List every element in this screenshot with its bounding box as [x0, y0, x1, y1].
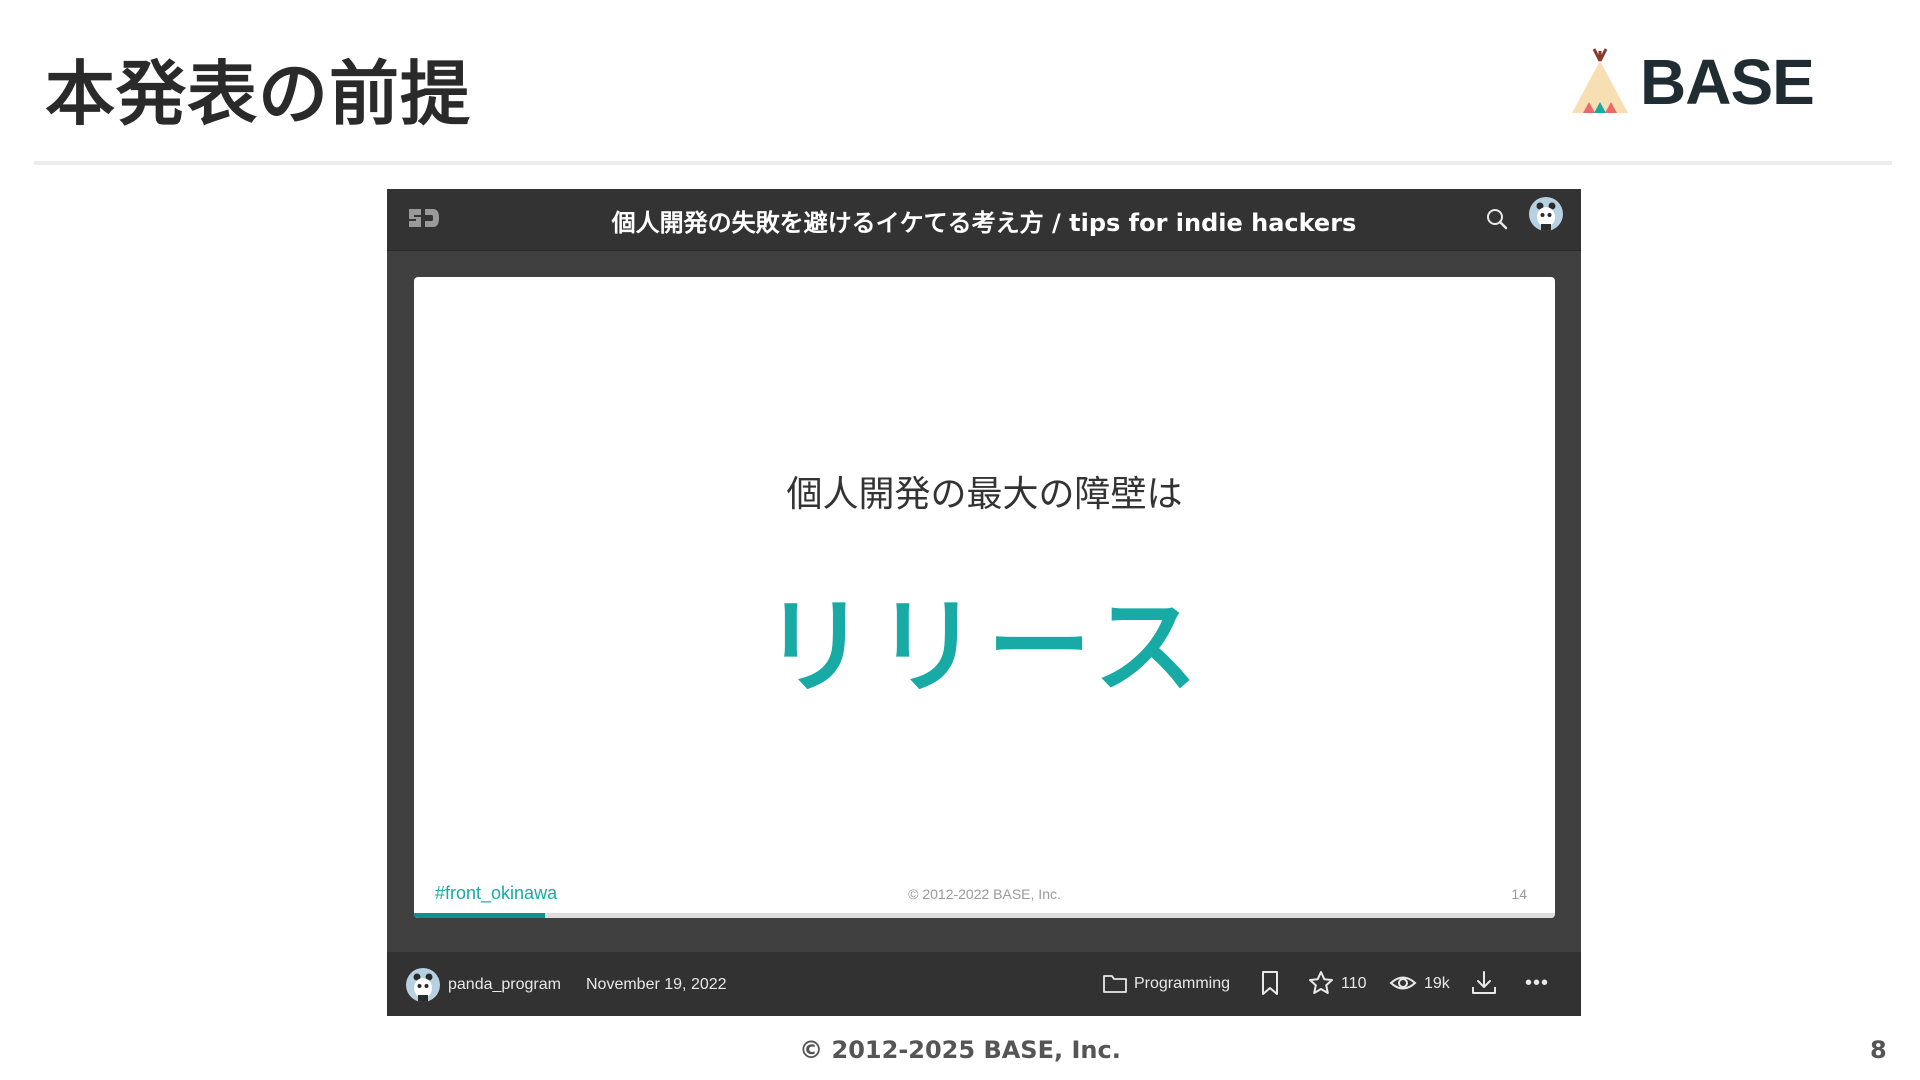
slide-lead-text: 個人開発の最大の障壁は	[786, 474, 1183, 515]
bookmark-icon[interactable]	[1259, 970, 1281, 996]
deck-title[interactable]: 個人開発の失敗を避けるイケてる考え方 / tips for indie hack…	[387, 203, 1581, 238]
view-count: 19k	[1424, 975, 1450, 992]
user-avatar-icon	[413, 973, 433, 1002]
more-icon[interactable]: •••	[1525, 972, 1549, 995]
teepee-logo-icon	[1572, 48, 1628, 113]
slide-embed: 個人開発の失敗を避けるイケてる考え方 / tips for indie hack…	[387, 189, 1581, 1016]
author-username[interactable]: panda_program	[448, 976, 561, 994]
star-count: 110	[1341, 975, 1367, 992]
embed-header: 個人開発の失敗を避けるイケてる考え方 / tips for indie hack…	[387, 189, 1581, 251]
folder-icon	[1103, 975, 1127, 993]
slide-stage: 個人開発の最大の障壁は リリース #front_okinawa © 2012-2…	[387, 251, 1581, 952]
slide-page-number: 14	[1511, 886, 1527, 902]
slide-headline: リリース	[763, 586, 1206, 708]
brand-logo: BASE	[1570, 44, 1815, 120]
search-icon[interactable]	[1484, 206, 1510, 232]
page-footer-copyright: © 2012-2025 BASE, Inc.	[799, 1036, 1121, 1064]
brand-name: BASE	[1640, 46, 1815, 118]
embed-footer: panda_program November 19, 2022 Programm…	[387, 952, 1581, 1016]
slide-progress-bar[interactable]	[414, 913, 1555, 918]
slide-progress-fill	[414, 913, 546, 918]
category-link[interactable]: Programming	[1134, 975, 1230, 993]
user-avatar-icon	[1536, 202, 1556, 231]
title-divider	[34, 161, 1892, 165]
author-avatar[interactable]	[406, 968, 440, 1002]
page-number: 8	[1870, 1036, 1887, 1064]
current-slide[interactable]: 個人開発の最大の障壁は リリース #front_okinawa © 2012-2…	[414, 277, 1555, 918]
publish-date: November 19, 2022	[586, 976, 727, 993]
star-icon[interactable]	[1307, 969, 1335, 997]
eye-icon	[1389, 976, 1417, 990]
slide-title: 本発表の前提	[45, 53, 471, 135]
slide-copyright: © 2012-2022 BASE, Inc.	[908, 886, 1061, 902]
avatar[interactable]	[1529, 197, 1563, 231]
download-icon[interactable]	[1470, 969, 1498, 997]
